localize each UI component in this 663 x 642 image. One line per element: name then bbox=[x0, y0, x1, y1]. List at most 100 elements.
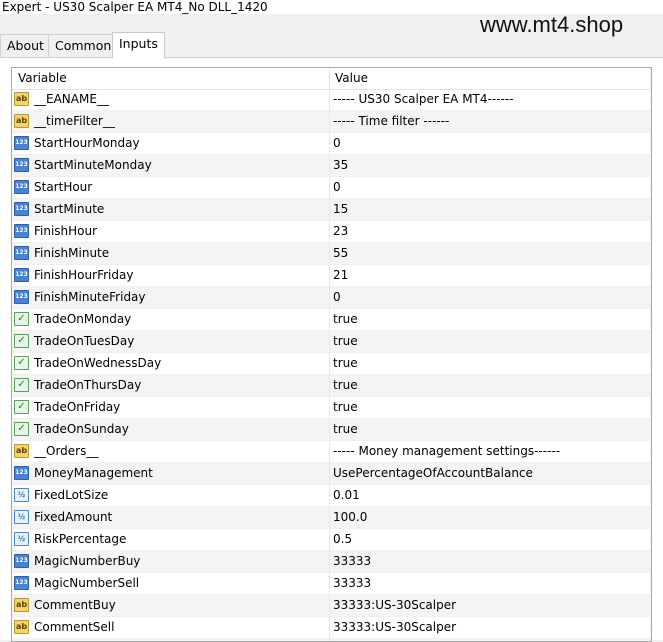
variable-name: __timeFilter__ bbox=[34, 114, 115, 128]
variable-value[interactable]: 100.0 bbox=[333, 510, 633, 524]
cell-divider bbox=[329, 551, 330, 572]
table-row[interactable]: ½ FixedLotSize 0.01 bbox=[12, 485, 651, 507]
integer-param-icon: 123 bbox=[14, 246, 29, 260]
inputs-panel: Variable Value ab __EANAME__ ----- US30 Sc… bbox=[0, 57, 663, 642]
variable-value[interactable]: 0.5 bbox=[333, 532, 633, 546]
variable-name: TradeOnThursDay bbox=[34, 378, 142, 392]
table-row[interactable]: 123 FinishMinuteFriday 0 bbox=[12, 287, 651, 309]
variable-value[interactable]: 23 bbox=[333, 224, 633, 238]
table-row[interactable]: ✓ TradeOnMonday true bbox=[12, 309, 651, 331]
variable-name: MagicNumberBuy bbox=[34, 554, 141, 568]
table-row[interactable]: 123 FinishHourFriday 21 bbox=[12, 265, 651, 287]
tab-common[interactable]: Common bbox=[48, 34, 119, 57]
cell-divider bbox=[329, 111, 330, 132]
variable-name: CommentBuy bbox=[34, 598, 116, 612]
table-row[interactable]: ✓ TradeOnFriday true bbox=[12, 397, 651, 419]
string-param-icon: ab bbox=[14, 114, 29, 128]
integer-param-icon: 123 bbox=[14, 202, 29, 216]
cell-divider bbox=[329, 507, 330, 528]
variable-name: TradeOnTuesDay bbox=[34, 334, 135, 348]
cell-divider bbox=[329, 199, 330, 220]
table-row[interactable]: ab __Orders__ ----- Money management setti… bbox=[12, 441, 651, 463]
column-divider[interactable] bbox=[329, 68, 330, 89]
variable-value[interactable]: ----- Money management settings------ bbox=[333, 444, 633, 458]
table-row[interactable]: ½ FixedAmount 100.0 bbox=[12, 507, 651, 529]
variable-name: FixedAmount bbox=[34, 510, 113, 524]
variable-value[interactable]: 0 bbox=[333, 180, 633, 194]
table-row[interactable]: ab CommentSell 33333:US-30Scalper bbox=[12, 617, 651, 639]
string-param-icon: ab bbox=[14, 92, 29, 106]
tab-about[interactable]: About bbox=[0, 34, 51, 57]
variable-value[interactable]: 55 bbox=[333, 246, 633, 260]
variable-value[interactable]: 21 bbox=[333, 268, 633, 282]
table-row[interactable]: 123 StartMinuteMonday 35 bbox=[12, 155, 651, 177]
variable-name: MoneyManagement bbox=[34, 466, 153, 480]
variable-value[interactable]: true bbox=[333, 400, 633, 414]
tab-inputs[interactable]: Inputs bbox=[112, 32, 165, 58]
table-row[interactable]: 123 MoneyManagement UsePercentageOfAccount… bbox=[12, 463, 651, 485]
variable-value[interactable]: true bbox=[333, 334, 633, 348]
variable-value[interactable]: true bbox=[333, 378, 633, 392]
variable-value[interactable]: 35 bbox=[333, 158, 633, 172]
table-row[interactable]: ✓ TradeOnTuesDay true bbox=[12, 331, 651, 353]
column-header-variable[interactable]: Variable bbox=[18, 71, 67, 85]
table-row[interactable]: 123 FinishHour 23 bbox=[12, 221, 651, 243]
variable-value[interactable]: UsePercentageOfAccountBalance bbox=[333, 466, 633, 480]
variable-name: StartHourMonday bbox=[34, 136, 140, 150]
table-row[interactable]: 123 MagicNumberSell 33333 bbox=[12, 573, 651, 595]
table-row[interactable]: ab CommentBuy 33333:US-30Scalper bbox=[12, 595, 651, 617]
variable-value[interactable]: ----- US30 Scalper EA MT4------ bbox=[333, 92, 633, 106]
cell-divider bbox=[329, 375, 330, 396]
table-row[interactable]: 123 MagicNumberBuy 33333 bbox=[12, 551, 651, 573]
variable-name: StartMinuteMonday bbox=[34, 158, 152, 172]
variable-value[interactable]: 33333:US-30Scalper bbox=[333, 598, 633, 612]
variable-name: TradeOnWednessDay bbox=[34, 356, 162, 370]
table-row[interactable]: ✓ TradeOnSunday true bbox=[12, 419, 651, 441]
variable-name: FinishMinuteFriday bbox=[34, 290, 146, 304]
variable-name: FixedLotSize bbox=[34, 488, 109, 502]
cell-divider bbox=[329, 243, 330, 264]
variable-value[interactable]: true bbox=[333, 422, 633, 436]
cell-divider bbox=[329, 419, 330, 440]
table-row[interactable]: ✓ TradeOnThursDay true bbox=[12, 375, 651, 397]
variable-value[interactable]: 33333 bbox=[333, 554, 633, 568]
variable-value[interactable]: 33333 bbox=[333, 576, 633, 590]
variable-value[interactable]: ----- Time filter ------ bbox=[333, 114, 633, 128]
scrollbar-thumb[interactable] bbox=[651, 104, 652, 479]
variable-value[interactable]: 0 bbox=[333, 290, 633, 304]
vertical-scrollbar[interactable] bbox=[650, 68, 652, 641]
table-row[interactable]: 123 StartHour 0 bbox=[12, 177, 651, 199]
string-param-icon: ab bbox=[14, 620, 29, 634]
cell-divider bbox=[329, 397, 330, 418]
variable-name: StartHour bbox=[34, 180, 93, 194]
table-row[interactable]: ab __EANAME__ ----- US30 Scalper EA MT4---… bbox=[12, 89, 651, 111]
cell-divider bbox=[329, 485, 330, 506]
variable-value[interactable]: true bbox=[333, 312, 633, 326]
variable-name: FinishHour bbox=[34, 224, 98, 238]
boolean-param-icon: ✓ bbox=[14, 312, 29, 326]
variable-value[interactable]: 33333:US-30Scalper bbox=[333, 620, 633, 634]
variable-value[interactable]: 0 bbox=[333, 136, 633, 150]
integer-param-icon: 123 bbox=[14, 268, 29, 282]
table-header: Variable Value bbox=[12, 68, 651, 90]
cell-divider bbox=[329, 463, 330, 484]
cell-divider bbox=[329, 353, 330, 374]
table-row[interactable]: ½ RiskPercentage 0.5 bbox=[12, 529, 651, 551]
table-row[interactable]: ab __timeFilter__ ----- Time filter ------ bbox=[12, 111, 651, 133]
variable-name: TradeOnFriday bbox=[34, 400, 121, 414]
variable-value[interactable]: true bbox=[333, 356, 633, 370]
variable-name: __Orders__ bbox=[34, 444, 99, 458]
table-row[interactable]: 123 StartHourMonday 0 bbox=[12, 133, 651, 155]
table-row[interactable]: ✓ TradeOnWednessDay true bbox=[12, 353, 651, 375]
table-row[interactable]: 123 StartMinute 15 bbox=[12, 199, 651, 221]
variable-name: MagicNumberSell bbox=[34, 576, 140, 590]
integer-param-icon: 123 bbox=[14, 290, 29, 304]
variable-name: CommentSell bbox=[34, 620, 115, 634]
table-row[interactable]: 123 FinishMinute 55 bbox=[12, 243, 651, 265]
variable-value[interactable]: 15 bbox=[333, 202, 633, 216]
integer-param-icon: 123 bbox=[14, 224, 29, 238]
integer-param-icon: 123 bbox=[14, 180, 29, 194]
cell-divider bbox=[329, 309, 330, 330]
column-header-value[interactable]: Value bbox=[335, 71, 368, 85]
variable-value[interactable]: 0.01 bbox=[333, 488, 633, 502]
